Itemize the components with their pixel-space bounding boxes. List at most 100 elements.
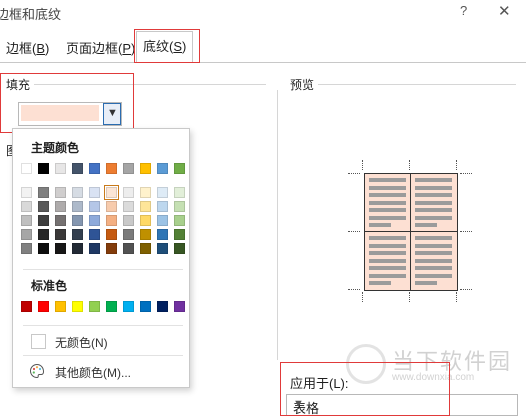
color-swatch[interactable] — [55, 243, 66, 254]
palette-separator-3 — [23, 355, 183, 356]
color-swatch[interactable] — [140, 215, 151, 226]
color-swatch[interactable] — [38, 201, 49, 212]
color-swatch[interactable] — [157, 187, 168, 198]
color-swatch[interactable] — [157, 215, 168, 226]
standard-color-swatch[interactable] — [38, 301, 49, 312]
color-swatch[interactable] — [21, 163, 32, 174]
color-swatch[interactable] — [89, 201, 100, 212]
preview-text-line — [369, 200, 406, 205]
color-swatch[interactable] — [157, 229, 168, 240]
guide-line — [456, 160, 457, 170]
color-swatch[interactable] — [106, 243, 117, 254]
color-swatch[interactable] — [21, 243, 32, 254]
close-button[interactable]: ✕ — [498, 2, 511, 20]
color-swatch[interactable] — [55, 163, 66, 174]
color-swatch[interactable] — [21, 229, 32, 240]
standard-color-swatch[interactable] — [157, 301, 168, 312]
color-swatch[interactable] — [72, 229, 83, 240]
preview-table — [364, 173, 458, 291]
color-swatch[interactable] — [157, 243, 168, 254]
color-swatch[interactable] — [38, 243, 49, 254]
color-swatch[interactable] — [38, 215, 49, 226]
standard-color-swatch[interactable] — [55, 301, 66, 312]
preview-text-line — [369, 178, 406, 182]
color-swatch[interactable] — [157, 201, 168, 212]
color-swatch[interactable] — [106, 201, 117, 212]
color-swatch[interactable] — [72, 243, 83, 254]
color-swatch[interactable] — [55, 215, 66, 226]
preview-text-line — [369, 185, 406, 190]
preview-text-line — [415, 200, 452, 205]
color-swatch[interactable] — [123, 229, 134, 240]
preview-text-line — [415, 281, 437, 285]
color-swatch[interactable] — [55, 229, 66, 240]
preview-text-line — [415, 273, 452, 278]
standard-color-swatch[interactable] — [21, 301, 32, 312]
color-swatch[interactable] — [140, 187, 151, 198]
color-swatch[interactable] — [72, 215, 83, 226]
standard-colors-title: 标准色 — [31, 279, 68, 293]
highlight-box-apply — [280, 362, 450, 416]
color-swatch[interactable] — [106, 215, 117, 226]
guide-line — [362, 292, 363, 302]
color-swatch[interactable] — [21, 215, 32, 226]
standard-color-swatch[interactable] — [89, 301, 100, 312]
standard-color-swatch[interactable] — [174, 301, 185, 312]
tab-page-border[interactable]: 页面边框(P) — [60, 38, 141, 60]
color-swatch[interactable] — [106, 229, 117, 240]
preview-text-line — [369, 266, 406, 270]
no-color-item[interactable]: 无颜色(N) — [23, 331, 183, 351]
standard-color-swatch[interactable] — [140, 301, 151, 312]
guide-line — [348, 231, 360, 232]
color-swatch[interactable] — [140, 201, 151, 212]
guide-line — [456, 292, 457, 302]
more-colors-item[interactable]: 其他颜色(M)... — [23, 361, 183, 381]
preview-text-line — [415, 236, 452, 240]
palette-icon — [30, 363, 45, 379]
color-swatch[interactable] — [38, 163, 49, 174]
color-swatch[interactable] — [174, 215, 185, 226]
color-swatch[interactable] — [38, 229, 49, 240]
standard-color-swatch[interactable] — [106, 301, 117, 312]
help-button[interactable]: ? — [460, 3, 467, 18]
color-swatch[interactable] — [55, 201, 66, 212]
color-swatch[interactable] — [123, 163, 134, 174]
color-swatch[interactable] — [89, 163, 100, 174]
title-bar: 边框和底纹 ? ✕ — [0, 0, 526, 24]
color-swatch[interactable] — [104, 185, 119, 200]
color-swatch[interactable] — [72, 201, 83, 212]
color-swatch[interactable] — [123, 201, 134, 212]
color-swatch[interactable] — [174, 201, 185, 212]
color-swatch[interactable] — [89, 243, 100, 254]
color-swatch[interactable] — [55, 187, 66, 198]
highlight-box-fill — [0, 73, 134, 133]
color-swatch[interactable] — [174, 163, 185, 174]
color-swatch[interactable] — [174, 187, 185, 198]
color-swatch[interactable] — [123, 243, 134, 254]
color-swatch[interactable] — [140, 229, 151, 240]
color-swatch[interactable] — [174, 229, 185, 240]
color-swatch[interactable] — [174, 243, 185, 254]
standard-color-swatch[interactable] — [123, 301, 134, 312]
color-swatch[interactable] — [72, 163, 83, 174]
preview-text-line — [369, 281, 391, 285]
color-swatch[interactable] — [89, 229, 100, 240]
color-swatch[interactable] — [89, 187, 100, 198]
color-swatch[interactable] — [157, 163, 168, 174]
color-swatch[interactable] — [21, 187, 32, 198]
color-swatch[interactable] — [38, 187, 49, 198]
color-swatch[interactable] — [21, 201, 32, 212]
standard-color-swatch[interactable] — [72, 301, 83, 312]
preview-text-line — [415, 185, 452, 190]
guide-line — [362, 160, 363, 170]
color-swatch[interactable] — [123, 187, 134, 198]
color-swatch[interactable] — [72, 187, 83, 198]
color-swatch[interactable] — [89, 215, 100, 226]
color-swatch[interactable] — [140, 163, 151, 174]
preview-text-line — [415, 243, 452, 248]
tab-borders[interactable]: 边框(B) — [0, 38, 55, 60]
color-swatch[interactable] — [123, 215, 134, 226]
more-colors-label: 其他颜色(M)... — [55, 366, 131, 380]
color-swatch[interactable] — [140, 243, 151, 254]
color-swatch[interactable] — [106, 163, 117, 174]
